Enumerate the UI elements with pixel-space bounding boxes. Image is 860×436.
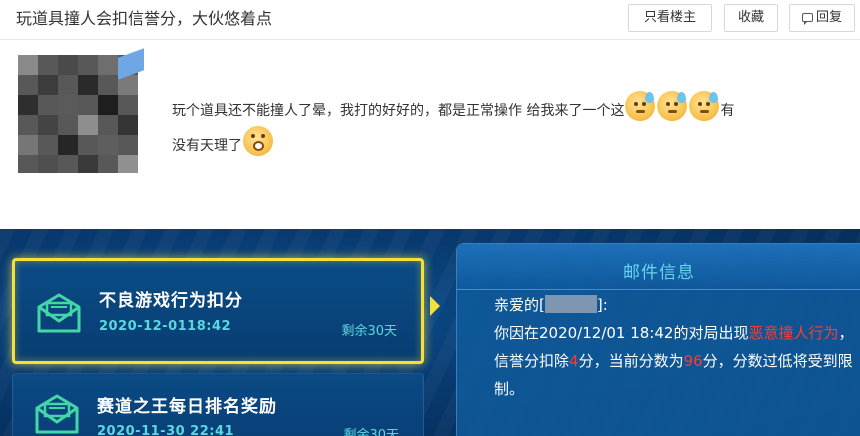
thread-title: 玩道具撞人会扣信誉分，大伙悠着点 bbox=[16, 9, 273, 28]
mail-detail-header: 邮件信息 bbox=[457, 244, 860, 290]
mail-remaining-days: 剩余30天 bbox=[341, 324, 397, 339]
post-text-part2: 有 bbox=[720, 103, 735, 119]
mail-item[interactable]: 赛道之王每日排名奖励 2020-11-30 22:41 剩余30天 bbox=[12, 373, 424, 436]
reply-label: 回复 bbox=[815, 10, 842, 25]
only-op-button[interactable]: 只看楼主 bbox=[628, 4, 712, 32]
sweat-emoji-icon bbox=[625, 91, 656, 121]
detail-line-prefix: 你因在2020/12/01 18:42的对局出现 bbox=[494, 324, 749, 342]
violation-text: 恶意撞人行为 bbox=[748, 324, 839, 342]
envelope-icon bbox=[37, 293, 81, 333]
mail-date: 2020-11-30 22:41 bbox=[97, 424, 235, 436]
greeting-suffix: ]: bbox=[596, 296, 608, 314]
post-area: 玩个道具还不能撞人了晕，我打的好好的，都是正常操作 给我来了一个这 有 没有天理了 bbox=[0, 41, 860, 229]
deducted-points: 4 bbox=[569, 352, 579, 370]
sweat-emoji-icon bbox=[657, 91, 688, 121]
detail-mid2: 分，当前分数为 bbox=[578, 352, 684, 370]
mail-item-selected[interactable]: 不良游戏行为扣分 2020-12-0118:42 剩余30天 bbox=[12, 258, 424, 364]
mail-date: 2020-12-0118:42 bbox=[99, 319, 232, 334]
greeting-prefix: 亲爱的[ bbox=[494, 296, 545, 314]
mail-title: 赛道之王每日排名奖励 bbox=[97, 397, 277, 417]
post-text-part1: 玩个道具还不能撞人了晕，我打的好好的，都是正常操作 给我来了一个这 bbox=[172, 103, 625, 119]
collect-button[interactable]: 收藏 bbox=[724, 4, 778, 32]
reply-button[interactable]: 回复 bbox=[789, 4, 855, 32]
post-text-part3: 没有天理了 bbox=[172, 138, 242, 154]
mail-detail-body: 亲爱的[]: 你因在2020/12/01 18:42的对局出现恶意撞人行为，信誉… bbox=[494, 291, 860, 403]
game-mail-screenshot: 不良游戏行为扣分 2020-12-0118:42 剩余30天 赛道之王每日排名奖… bbox=[0, 229, 860, 436]
current-score: 96 bbox=[683, 352, 703, 370]
scream-emoji-icon bbox=[243, 126, 273, 156]
masked-player-name bbox=[544, 295, 597, 313]
reply-icon bbox=[801, 13, 813, 25]
envelope-icon bbox=[35, 394, 79, 434]
sweat-emoji-icon bbox=[689, 91, 720, 121]
mail-remaining-days: 剩余30天 bbox=[343, 428, 399, 436]
mail-detail-panel: 邮件信息 亲爱的[]: 你因在2020/12/01 18:42的对局出现恶意撞人… bbox=[456, 243, 860, 436]
mail-detail-title: 邮件信息 bbox=[623, 263, 695, 283]
selection-arrow-icon bbox=[430, 296, 440, 316]
thread-header: 玩道具撞人会扣信誉分，大伙悠着点 只看楼主 收藏 回复 bbox=[0, 0, 860, 40]
post-content: 玩个道具还不能撞人了晕，我打的好好的，都是正常操作 给我来了一个这 有 没有天理了 bbox=[172, 91, 842, 161]
mail-title: 不良游戏行为扣分 bbox=[99, 291, 243, 311]
